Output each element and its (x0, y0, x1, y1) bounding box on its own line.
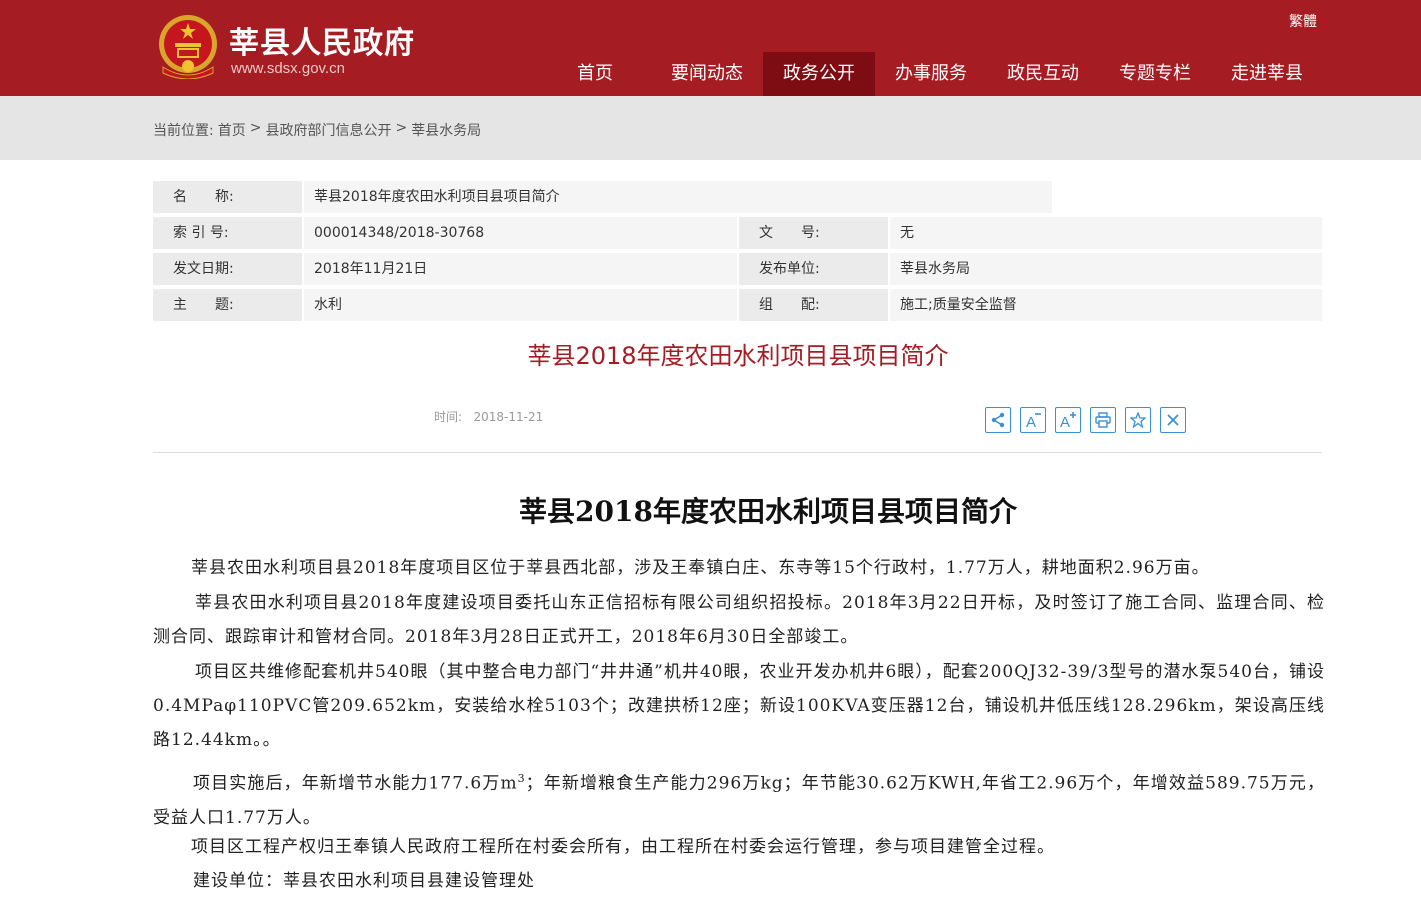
svg-text:A: A (1060, 414, 1070, 429)
info-label: 组 配: (739, 289, 888, 321)
info-value: 施工;质量安全监督 (890, 289, 1322, 321)
superscript: 3 (517, 772, 526, 785)
main-nav: 首页 要闻动态 政务公开 办事服务 政民互动 专题专栏 走进莘县 (539, 52, 1323, 96)
info-row-index: 索 引 号: 000014348/2018-30768 文 号: 无 (153, 217, 1322, 249)
font-increase-icon[interactable]: A (1055, 407, 1081, 433)
breadcrumb-separator: > (249, 120, 262, 136)
site-title[interactable]: 莘县人民政府 (229, 18, 415, 62)
info-label: 文 号: (739, 217, 888, 249)
info-value: 000014348/2018-30768 (304, 217, 737, 249)
document-heading: 莘县2018年度农田水利项目县项目简介 (527, 342, 949, 370)
info-label: 名 称: (153, 181, 302, 213)
info-value: 莘县2018年度农田水利项目县项目简介 (304, 181, 1052, 213)
info-label: 索 引 号: (153, 217, 302, 249)
nav-news[interactable]: 要闻动态 (651, 52, 763, 96)
info-row-name: 名 称: 莘县2018年度农田水利项目县项目简介 (153, 181, 1052, 213)
info-row-topic: 主 题: 水利 组 配: 施工;质量安全监督 (153, 289, 1322, 321)
time-label: 时间: (434, 410, 463, 424)
breadcrumb-separator: > (395, 120, 408, 136)
breadcrumb-label: 当前位置: (153, 123, 214, 139)
paragraph-text: 项目实施后，年新增节水能力177.6万m (193, 773, 518, 794)
time-value: 2018-11-21 (473, 410, 544, 424)
nav-about[interactable]: 走进莘县 (1211, 52, 1323, 96)
article-title: 莘县2018年度农田水利项目县项目简介 (519, 495, 1017, 528)
article-paragraph: 项目区工程产权归王奉镇人民政府工程所在村委会所有，由工程所在村委会运行管理，参与… (191, 837, 1055, 857)
nav-gov-affairs[interactable]: 政务公开 (763, 52, 875, 96)
nav-services[interactable]: 办事服务 (875, 52, 987, 96)
info-label: 主 题: (153, 289, 302, 321)
breadcrumb-dept-info[interactable]: 县政府部门信息公开 (265, 120, 391, 140)
info-value: 2018年11月21日 (304, 253, 737, 285)
info-row-date: 发文日期: 2018年11月21日 发布单位: 莘县水务局 (153, 253, 1322, 285)
divider (153, 452, 1322, 453)
share-icon[interactable] (985, 407, 1011, 433)
publish-time: 时间: 2018-11-21 (434, 408, 543, 425)
site-header: 莘县人民政府 www.sdsx.gov.cn 繁體 首页 要闻动态 政务公开 办… (0, 0, 1421, 96)
article-paragraph: 项目实施后，年新增节水能力177.6万m3；年新增粮食生产能力296万kg；年节… (153, 762, 1325, 835)
site-url[interactable]: www.sdsx.gov.cn (231, 60, 345, 77)
article-paragraph: 莘县农田水利项目县2018年度项目区位于莘县西北部，涉及王奉镇白庄、东寺等15个… (191, 558, 1210, 578)
favorite-icon[interactable] (1125, 407, 1151, 433)
info-value: 莘县水务局 (890, 253, 1322, 285)
article-paragraph: 莘县农田水利项目县2018年度建设项目委托山东正信招标有限公司组织招投标。201… (153, 593, 1325, 647)
article-paragraph: 项目区共维修配套机井540眼（其中整合电力部门“井井通”机井40眼，农业开发办机… (153, 662, 1325, 750)
article-toolbar: A A (985, 407, 1186, 433)
breadcrumb-home[interactable]: 首页 (218, 120, 246, 140)
info-value: 水利 (304, 289, 737, 321)
traditional-chinese-link[interactable]: 繁體 (1289, 11, 1317, 31)
close-icon[interactable] (1160, 407, 1186, 433)
print-icon[interactable] (1090, 407, 1116, 433)
info-value: 无 (890, 217, 1322, 249)
nav-home[interactable]: 首页 (539, 52, 651, 96)
info-label: 发布单位: (739, 253, 888, 285)
info-label: 发文日期: (153, 253, 302, 285)
breadcrumb: 当前位置: 首页 > 县政府部门信息公开 > 莘县水务局 (153, 120, 481, 140)
nav-interaction[interactable]: 政民互动 (987, 52, 1099, 96)
breadcrumb-band: 当前位置: 首页 > 县政府部门信息公开 > 莘县水务局 (0, 96, 1421, 160)
national-emblem-icon[interactable] (157, 13, 219, 79)
breadcrumb-water-bureau[interactable]: 莘县水务局 (411, 120, 481, 140)
nav-topics[interactable]: 专题专栏 (1099, 52, 1211, 96)
article-paragraph: 建设单位：莘县农田水利项目县建设管理处 (193, 871, 535, 891)
svg-text:A: A (1026, 414, 1036, 429)
font-decrease-icon[interactable]: A (1020, 407, 1046, 433)
